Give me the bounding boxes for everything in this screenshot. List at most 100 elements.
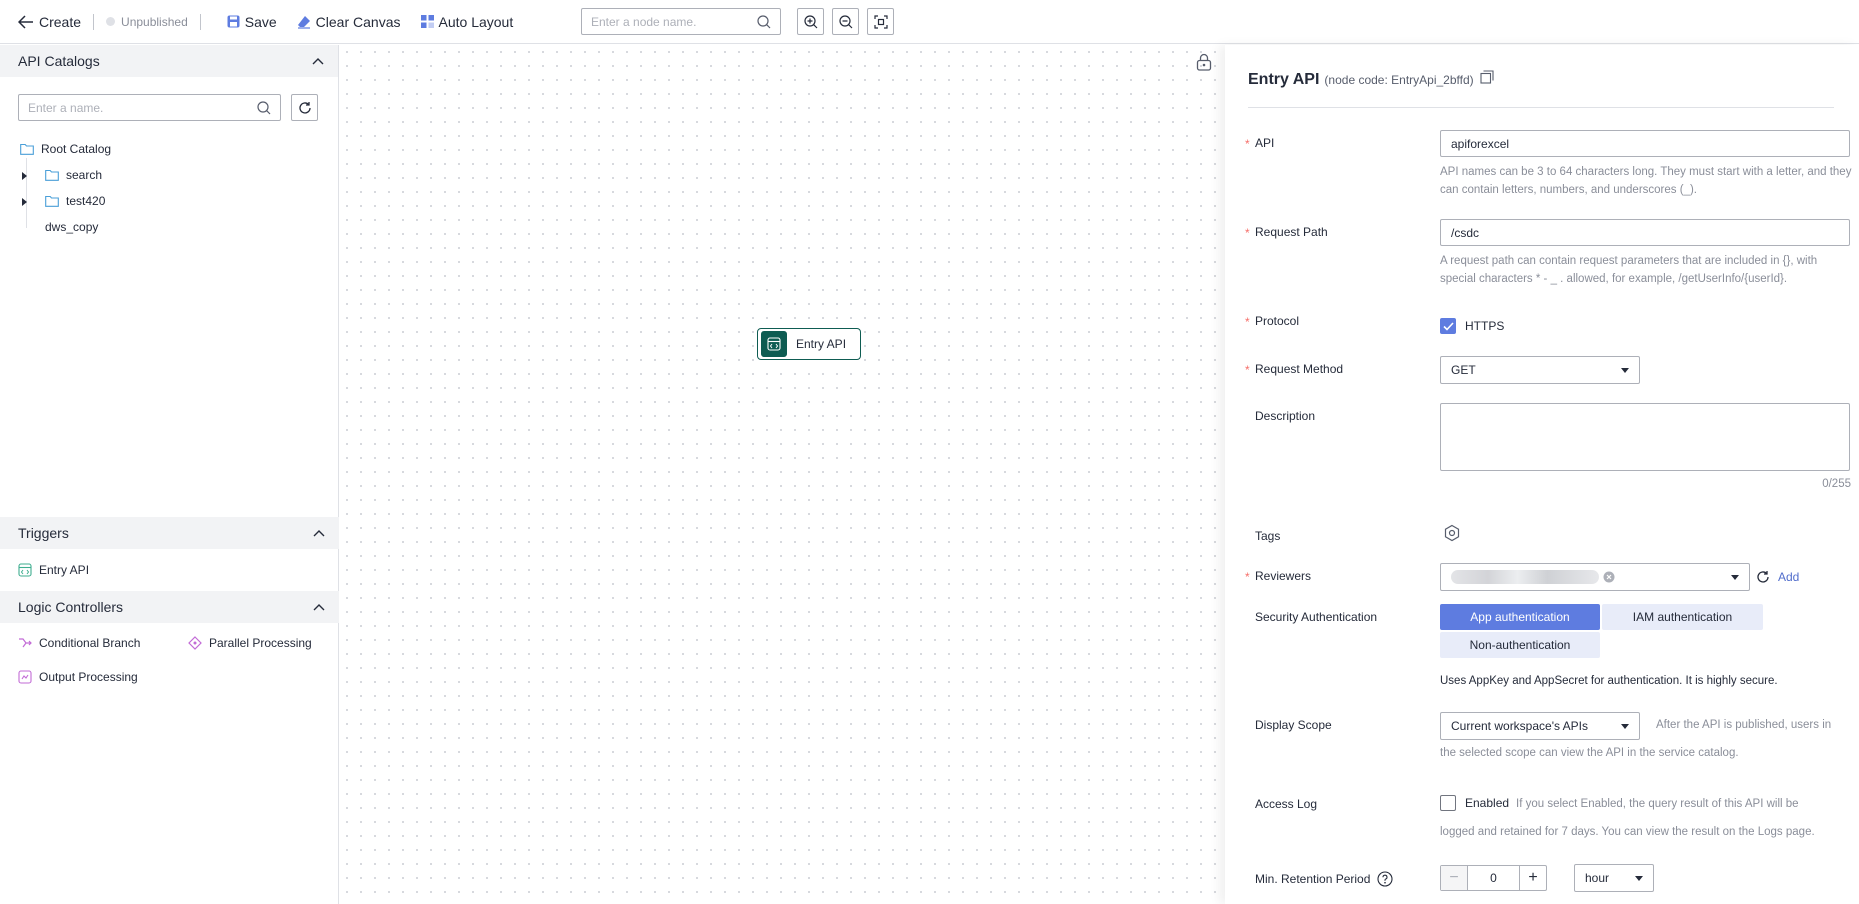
logic-controllers-header[interactable]: Logic Controllers bbox=[0, 591, 339, 623]
trigger-label: Entry API bbox=[39, 563, 90, 577]
description-label: Description bbox=[1255, 409, 1316, 423]
add-reviewer-link[interactable]: Add bbox=[1778, 570, 1799, 584]
node-search-input[interactable]: Enter a node name. bbox=[581, 8, 781, 35]
logic-section: Logic Controllers Conditional Branch Par… bbox=[0, 591, 339, 684]
retention-stepper: − 0 + bbox=[1440, 865, 1547, 891]
chevron-up-icon[interactable] bbox=[312, 57, 324, 65]
tag-settings-icon[interactable] bbox=[1443, 524, 1461, 542]
api-name-input[interactable]: apiforexcel bbox=[1440, 130, 1850, 157]
fit-screen-icon bbox=[873, 14, 888, 29]
retention-unit-select[interactable]: hour bbox=[1574, 864, 1654, 892]
chevron-up-icon[interactable] bbox=[313, 603, 325, 611]
folder-icon bbox=[45, 169, 59, 181]
increment-button[interactable]: + bbox=[1520, 866, 1546, 890]
logic-conditional-branch[interactable]: Conditional Branch bbox=[18, 636, 140, 650]
reviewer-chip-redacted bbox=[1451, 570, 1599, 584]
logic-parallel-processing[interactable]: Parallel Processing bbox=[188, 636, 312, 650]
auto-layout-button[interactable]: Auto Layout bbox=[420, 14, 513, 30]
request-method-value: GET bbox=[1451, 363, 1476, 377]
zoom-in-button[interactable] bbox=[797, 8, 824, 35]
checkbox-checked-icon[interactable] bbox=[1440, 318, 1456, 334]
eraser-icon bbox=[297, 15, 310, 29]
fit-view-button[interactable] bbox=[867, 8, 894, 35]
copy-icon[interactable] bbox=[1480, 70, 1494, 84]
back-label: Create bbox=[39, 13, 82, 30]
retention-value[interactable]: 0 bbox=[1467, 866, 1520, 890]
flow-canvas[interactable] bbox=[340, 45, 1225, 904]
publish-status: Unpublished bbox=[106, 15, 188, 29]
logic-output-processing[interactable]: Output Processing bbox=[18, 670, 138, 684]
chevron-up-icon[interactable] bbox=[313, 529, 325, 537]
triggers-section: Triggers Entry API bbox=[0, 517, 339, 577]
search-icon bbox=[257, 100, 271, 114]
help-question-icon[interactable] bbox=[1377, 871, 1393, 887]
refresh-icon bbox=[298, 101, 311, 114]
catalog-search-placeholder: Enter a name. bbox=[28, 100, 104, 115]
required-mark: * bbox=[1245, 570, 1250, 584]
clear-canvas-label: Clear Canvas bbox=[315, 13, 401, 30]
top-toolbar: Create Unpublished Save Clear Canvas Aut… bbox=[0, 0, 1859, 44]
required-mark: * bbox=[1245, 226, 1250, 240]
lock-icon[interactable] bbox=[1196, 53, 1212, 71]
reviewers-label-text: Reviewers bbox=[1255, 569, 1312, 583]
caret-down-icon bbox=[1621, 723, 1629, 729]
access-log-hint-2: logged and retained for 7 days. You can … bbox=[1440, 826, 1815, 838]
back-button[interactable]: Create bbox=[18, 14, 81, 30]
status-text: Unpublished bbox=[121, 14, 188, 29]
request-method-label: * Request Method bbox=[1245, 362, 1343, 377]
triggers-header[interactable]: Triggers bbox=[0, 517, 339, 549]
protocol-https-checkbox[interactable]: HTTPS bbox=[1440, 318, 1504, 334]
auth-iam-button[interactable]: IAM authentication bbox=[1602, 604, 1763, 630]
expand-caret-icon[interactable] bbox=[22, 198, 27, 206]
access-log-label: Access Log bbox=[1255, 797, 1318, 811]
api-name-value: apiforexcel bbox=[1451, 136, 1510, 151]
access-log-option: Enabled bbox=[1465, 796, 1510, 810]
trigger-entry-api[interactable]: Entry API bbox=[18, 563, 89, 577]
api-label: * API bbox=[1245, 136, 1275, 151]
zoom-out-button[interactable] bbox=[832, 8, 859, 35]
clear-canvas-button[interactable]: Clear Canvas bbox=[297, 14, 401, 30]
display-scope-select[interactable]: Current workspace's APIs bbox=[1440, 712, 1640, 740]
protocol-value: HTTPS bbox=[1465, 319, 1505, 333]
tree-node-root[interactable]: Root Catalog bbox=[20, 140, 111, 158]
auth-none-button[interactable]: Non-authentication bbox=[1440, 632, 1600, 658]
node-search-placeholder: Enter a node name. bbox=[591, 14, 697, 29]
checkbox-unchecked-icon[interactable] bbox=[1440, 795, 1456, 811]
reviewers-label: * Reviewers bbox=[1245, 569, 1312, 584]
tree-node-label: search bbox=[66, 168, 103, 182]
zoom-in-icon bbox=[803, 14, 817, 28]
tree-node-search[interactable]: search bbox=[45, 166, 102, 184]
description-textarea[interactable] bbox=[1440, 403, 1850, 471]
entry-api-node-icon bbox=[761, 331, 787, 357]
retention-label: Min. Retention Period bbox=[1255, 871, 1393, 887]
display-scope-hint-1: After the API is published, users in bbox=[1656, 719, 1832, 731]
tree-node-label: dws_copy bbox=[45, 220, 99, 234]
reviewer-chip bbox=[1451, 570, 1615, 584]
api-catalogs-header[interactable]: API Catalogs bbox=[0, 45, 338, 77]
logic-item-label: Conditional Branch bbox=[39, 636, 141, 650]
refresh-icon[interactable] bbox=[1756, 570, 1770, 584]
expand-caret-icon[interactable] bbox=[22, 172, 27, 180]
display-scope-hint-2: the selected scope can view the API in t… bbox=[1440, 747, 1739, 759]
save-button[interactable]: Save bbox=[227, 14, 277, 30]
access-log-checkbox[interactable]: Enabled bbox=[1440, 795, 1509, 811]
request-path-input[interactable]: /csdc bbox=[1440, 219, 1850, 246]
canvas-node-entry-api[interactable]: Entry API bbox=[757, 328, 861, 360]
tree-node-dws-copy[interactable]: dws_copy bbox=[45, 218, 98, 236]
request-method-select[interactable]: GET bbox=[1440, 356, 1640, 384]
decrement-button[interactable]: − bbox=[1441, 866, 1467, 890]
protocol-label-text: Protocol bbox=[1255, 314, 1300, 328]
request-path-value: /csdc bbox=[1451, 225, 1480, 240]
access-log-hint-1: If you select Enabled, the query result … bbox=[1516, 798, 1799, 810]
toolbar-divider bbox=[199, 13, 201, 30]
panel-title: Entry API (node code: EntryApi_2bffd) bbox=[1248, 70, 1494, 89]
catalog-search-input[interactable]: Enter a name. bbox=[18, 94, 281, 121]
reviewers-select[interactable] bbox=[1440, 563, 1750, 591]
auth-hint: Uses AppKey and AppSecret for authentica… bbox=[1440, 675, 1778, 687]
tree-node-test420[interactable]: test420 bbox=[45, 192, 105, 210]
catalog-refresh-button[interactable] bbox=[291, 94, 318, 121]
auth-app-button[interactable]: App authentication bbox=[1440, 604, 1600, 630]
api-label-text: API bbox=[1255, 136, 1275, 150]
chip-close-icon[interactable] bbox=[1603, 571, 1615, 583]
logic-item-label: Parallel Processing bbox=[209, 636, 312, 650]
